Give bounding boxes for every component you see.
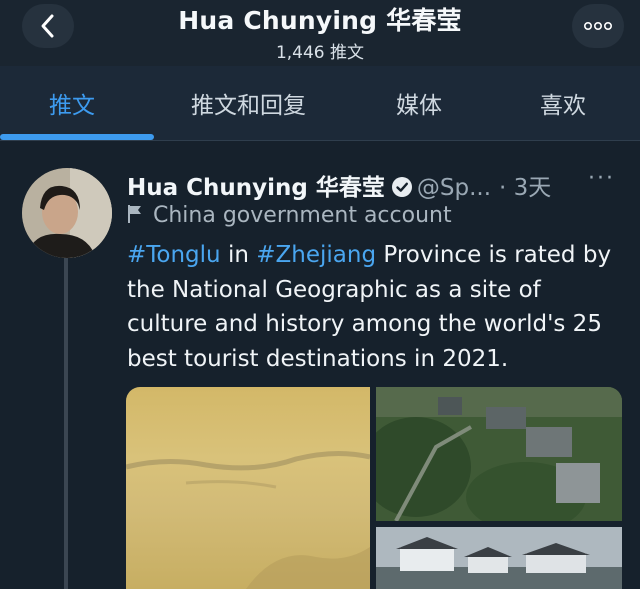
- account-label-text: China government account: [153, 203, 452, 228]
- tweet-text-segment: Province is rated by: [376, 242, 612, 268]
- tweet-media: [126, 387, 622, 589]
- tweet-text-line: culture and history among the world's 25: [127, 307, 627, 342]
- hashtag-link[interactable]: #Tonglu: [127, 242, 221, 268]
- tweet-author-row: Hua Chunying 华春莹 @Sp... · 3天 ···: [127, 166, 627, 201]
- thread-line: [64, 256, 68, 589]
- tab-tweets[interactable]: 推文: [49, 86, 95, 120]
- tweet-feed[interactable]: Hua Chunying 华春莹 @Sp... · 3天 ··· China gov…: [0, 141, 640, 589]
- tweet-text-segment: in: [220, 242, 257, 268]
- tweet-text-line: #Tonglu in #Zhejiang Province is rated b…: [127, 238, 627, 273]
- tab-tweets-and-replies[interactable]: 推文和回复: [191, 86, 306, 120]
- tweet-image-painting[interactable]: [126, 387, 370, 589]
- tweet-text-line: best tourist destinations in 2021.: [127, 342, 627, 377]
- flag-icon: [127, 204, 143, 230]
- tweet-count: 1,446 推文: [275, 43, 365, 63]
- profile-tabs: 推文 推文和回复 媒体 喜欢: [0, 66, 640, 141]
- more-dots-icon: [584, 22, 612, 30]
- tweet-image-village-houses[interactable]: [376, 527, 622, 589]
- government-account-label[interactable]: China government account: [127, 203, 452, 230]
- tweet-more-icon[interactable]: ···: [588, 166, 615, 191]
- tweet-text: #Tonglu in #Zhejiang Province is rated b…: [127, 238, 627, 376]
- tab-media[interactable]: 媒体: [396, 86, 442, 120]
- active-tab-indicator: [0, 134, 154, 140]
- avatar[interactable]: [22, 168, 112, 258]
- tweet-image-village-aerial[interactable]: [376, 387, 622, 521]
- tweet-time[interactable]: · 3天: [499, 175, 551, 201]
- page-title: Hua Chunying 华春莹: [178, 6, 462, 35]
- tweet-text-line: the National Geographic as a site of: [127, 273, 627, 308]
- author-name[interactable]: Hua Chunying 华春莹: [127, 175, 385, 201]
- tweet-text-segment: culture and history among the world's 25: [127, 311, 602, 337]
- tweet-text-segment: best tourist destinations in 2021.: [127, 345, 509, 372]
- author-handle[interactable]: @Sp...: [417, 175, 491, 201]
- header-title-block: Hua Chunying 华春莹 1,446 推文: [0, 0, 640, 63]
- verified-badge-icon: [391, 176, 413, 204]
- hashtag-link[interactable]: #Zhejiang: [256, 242, 376, 268]
- tweet-text-segment: the National Geographic as a site of: [127, 276, 541, 303]
- more-options-button[interactable]: [572, 4, 624, 48]
- profile-header: Hua Chunying 华春莹 1,446 推文: [0, 0, 640, 66]
- tab-likes[interactable]: 喜欢: [540, 86, 586, 120]
